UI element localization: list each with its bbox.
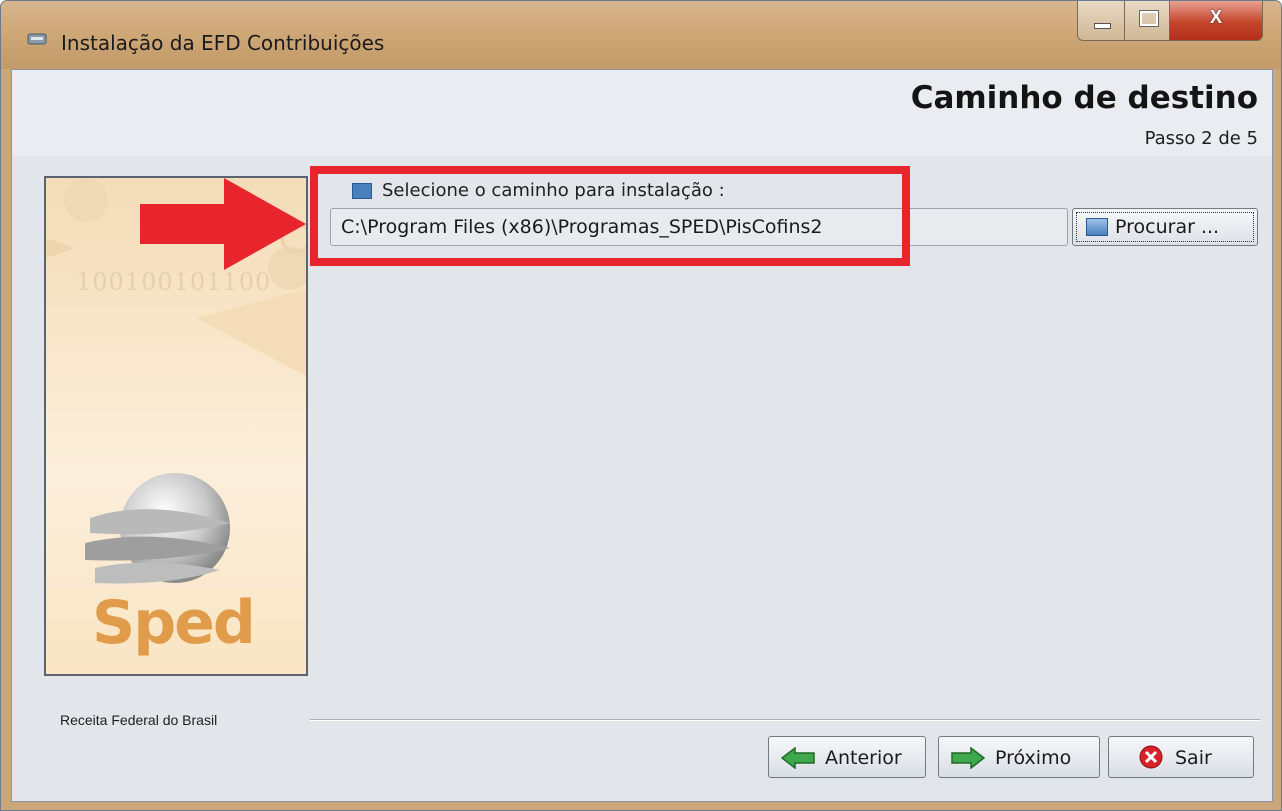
annotation-arrow-icon [140,178,306,270]
organization-label: Receita Federal do Brasil [60,712,218,728]
close-button[interactable]: X [1169,1,1263,41]
app-icon [27,33,47,45]
window-title: Instalação da EFD Contribuições [61,31,385,55]
step-indicator: Passo 2 de 5 [1144,128,1258,149]
wizard-header: Caminho de destino Passo 2 de 5 [12,70,1272,157]
sped-globe-icon [85,473,230,584]
minimize-icon [1094,23,1111,29]
footer-divider [310,719,1260,721]
arrow-right-icon [951,747,985,769]
wizard-body: 100100101100 Sped Selecione o caminho pa… [12,156,1272,801]
maximize-button[interactable] [1124,1,1170,41]
client-area: Caminho de destino Passo 2 de 5 10010010… [11,69,1273,802]
minimize-button[interactable] [1077,1,1125,41]
page-title: Caminho de destino [910,80,1258,116]
exit-button-label: Sair [1175,747,1212,769]
maximize-icon [1139,10,1159,27]
folder-icon [1086,218,1108,236]
browse-button-label: Procurar ... [1115,216,1220,238]
binary-watermark: 100100101100 [76,268,272,296]
installer-window: Instalação da EFD Contribuições X Caminh… [0,0,1282,811]
arrow-left-icon [781,747,815,769]
previous-button[interactable]: Anterior [768,736,926,778]
exit-button[interactable]: Sair [1108,736,1254,778]
sped-logo-text: Sped [92,588,256,658]
annotation-highlight-box [310,166,910,266]
stop-icon [1139,745,1163,769]
next-button[interactable]: Próximo [938,736,1100,778]
next-button-label: Próximo [995,747,1072,769]
title-bar[interactable]: Instalação da EFD Contribuições X [1,1,1281,69]
close-icon: X [1209,7,1222,27]
previous-button-label: Anterior [825,747,902,769]
browse-button[interactable]: Procurar ... [1072,208,1258,246]
